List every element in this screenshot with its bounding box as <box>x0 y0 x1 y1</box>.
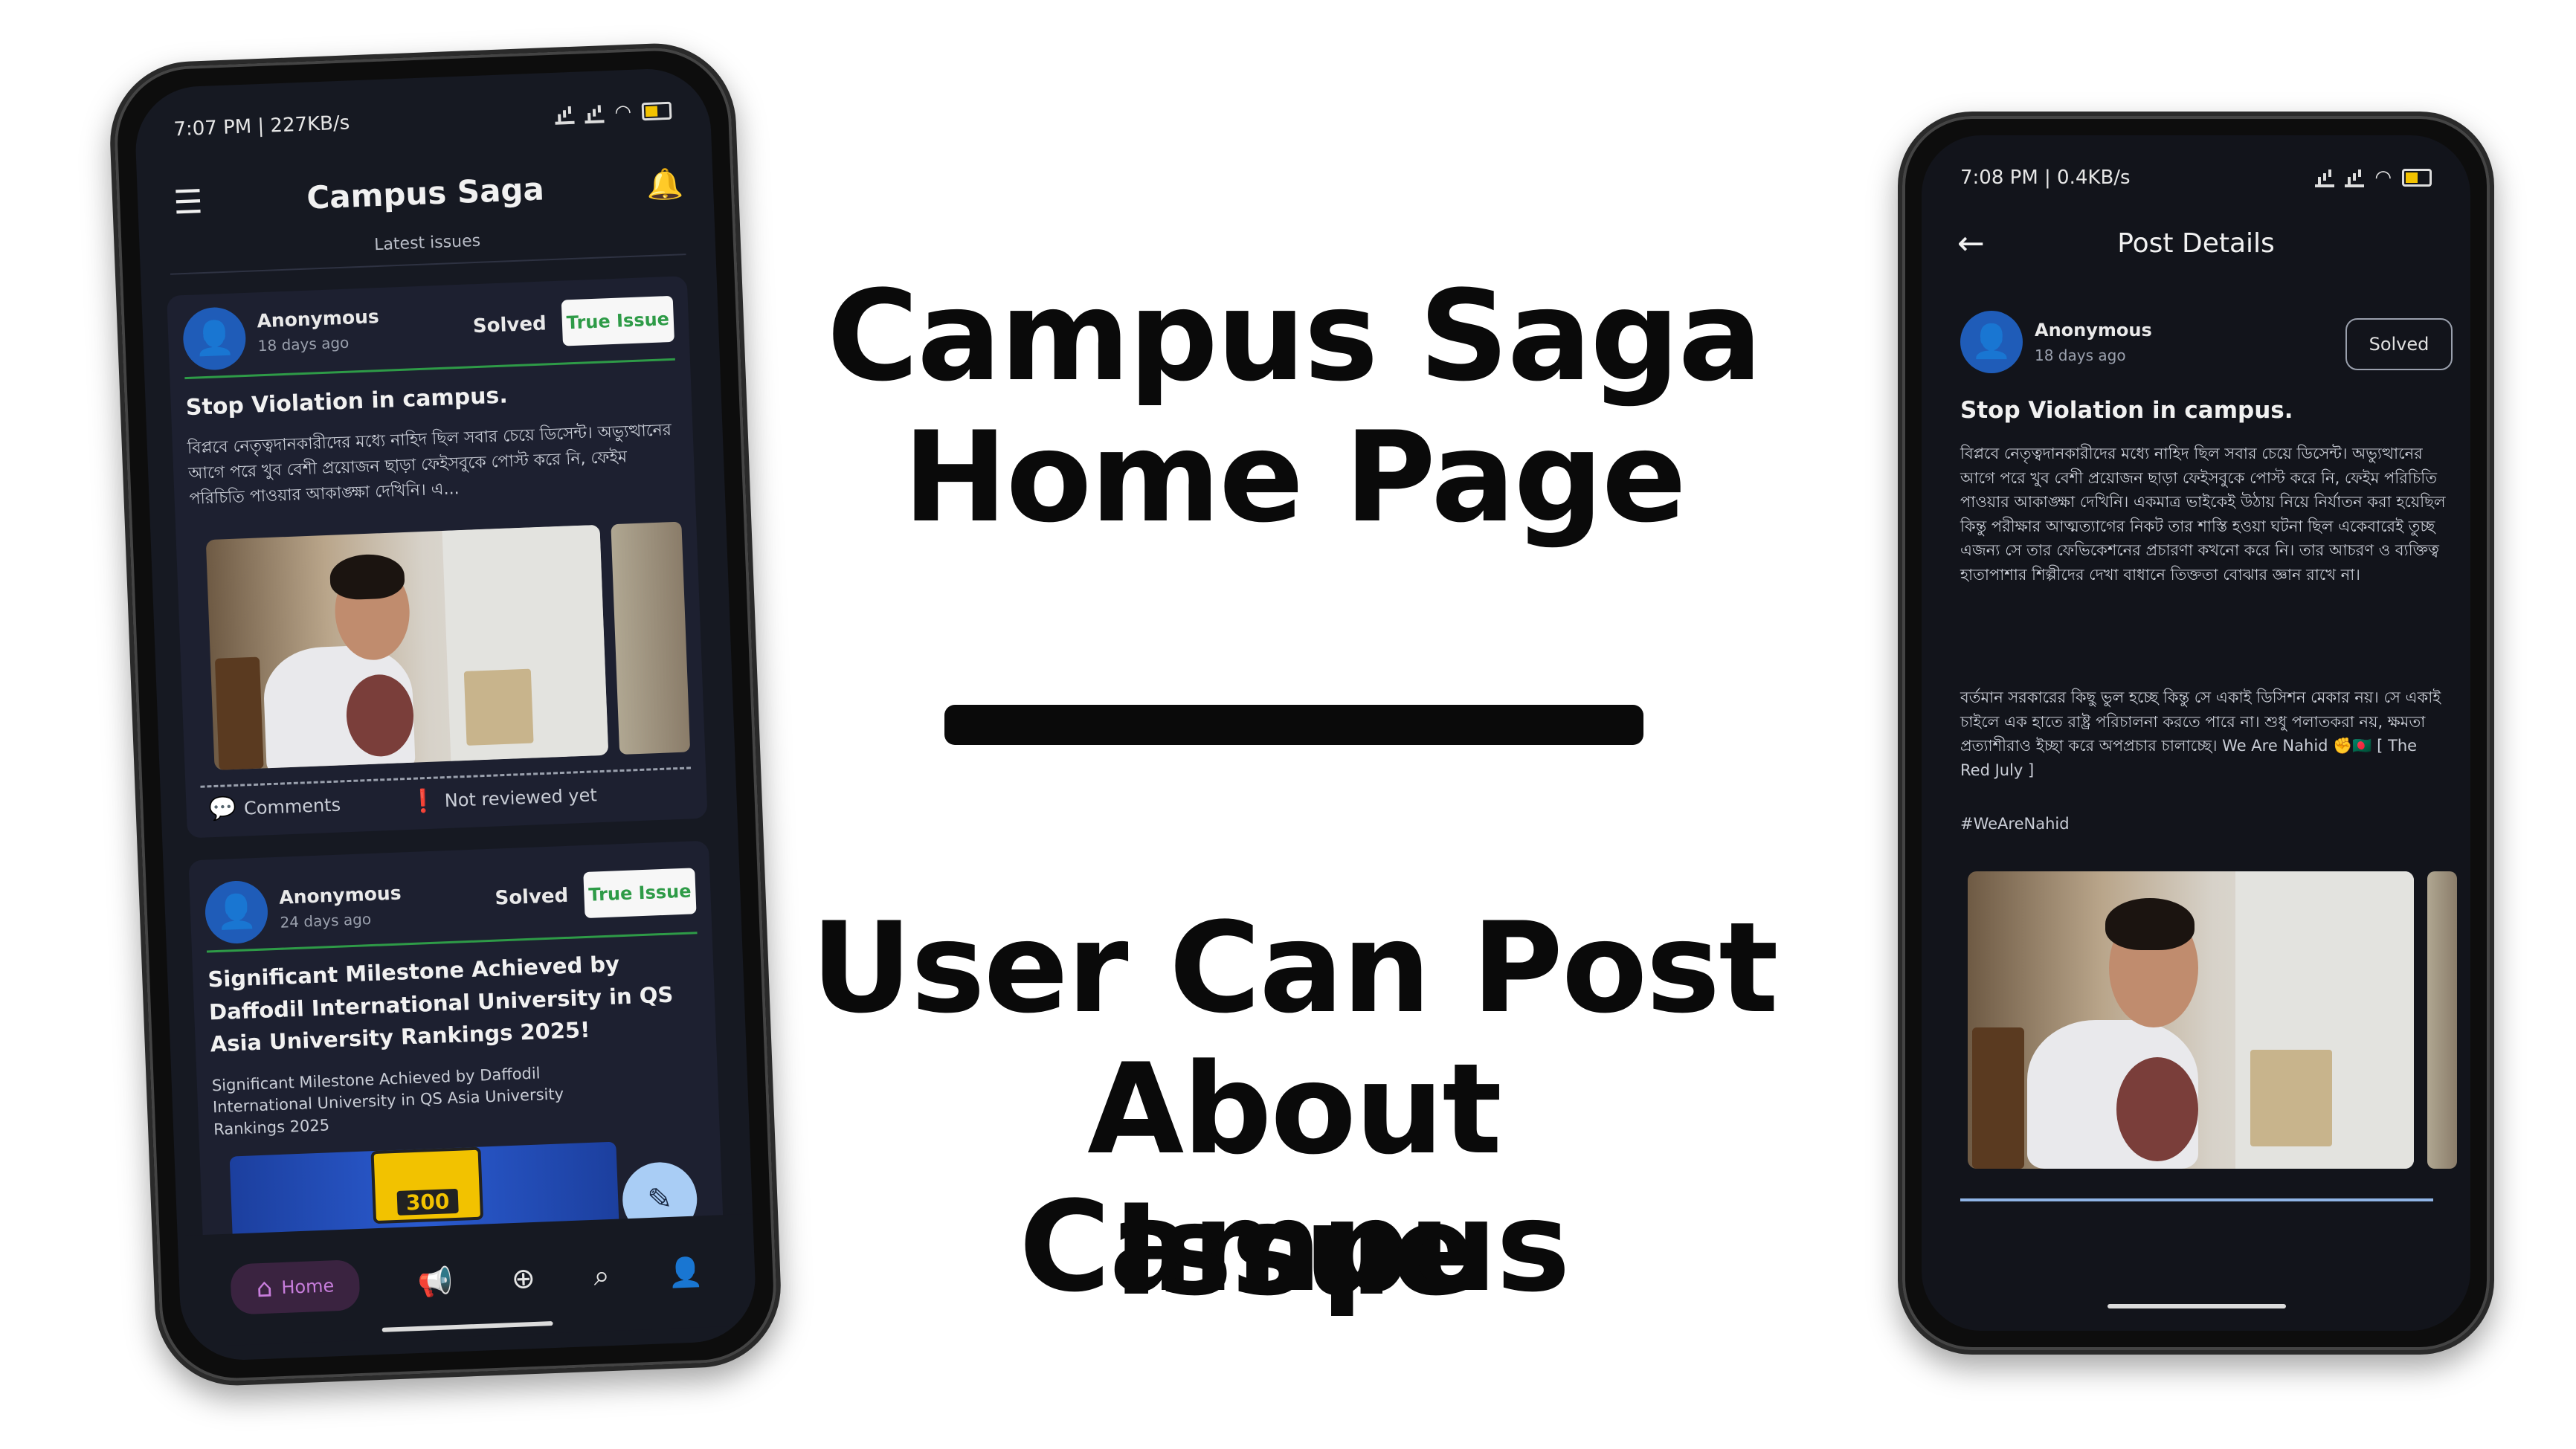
left-phone-screen: 7:07 PM | 227KB/s ◠ ☰ Campus Saga 🔔 Late… <box>133 66 758 1363</box>
megaphone-icon[interactable]: 📢 <box>417 1265 454 1300</box>
post-time: 18 days ago <box>257 333 350 355</box>
signal-icon-2 <box>2345 168 2365 187</box>
status-bar: 7:07 PM | 227KB/s ◠ <box>134 83 711 158</box>
comments-button[interactable]: 💬 Comments <box>208 792 341 823</box>
battery-icon <box>641 101 672 121</box>
avatar: 👤 <box>204 880 269 945</box>
app-bar: ☰ Campus Saga 🔔 <box>137 149 715 238</box>
left-phone-frame: 7:07 PM | 227KB/s ◠ ☰ Campus Saga 🔔 Late… <box>107 40 784 1389</box>
post-edit-icon: ✎ <box>646 1181 673 1218</box>
subheadline-line-1: User Can Post <box>811 895 1778 1041</box>
post-title: Stop Violation in campus. <box>185 382 509 422</box>
search-icon[interactable]: ⌕ <box>593 1259 611 1293</box>
post-image <box>205 524 609 770</box>
post-card[interactable]: 👤 Anonymous 18 days ago Solved True Issu… <box>167 276 708 839</box>
status-icons: ◠ <box>554 100 672 126</box>
post-image-2 <box>2427 871 2457 1169</box>
person-icon: 👤 <box>1971 323 2012 361</box>
right-phone-screen: 7:08 PM | 0.4KB/s ◠ ← Post Details 👤 Ano… <box>1922 135 2470 1331</box>
post-body: Significant Milestone Achieved by Daffod… <box>211 1064 564 1139</box>
page-title: Post Details <box>2117 227 2275 259</box>
post-time: 18 days ago <box>2035 346 2126 364</box>
review-label: Not reviewed yet <box>444 784 598 811</box>
status-icons: ◠ <box>2315 167 2432 189</box>
rank-badge: 300 <box>370 1146 484 1224</box>
solved-label: Solved <box>472 312 547 338</box>
hashtag[interactable]: #WeAreNahid <box>1960 812 2070 836</box>
true-issue-chip: True Issue <box>583 868 697 918</box>
comments-label: Comments <box>243 794 341 819</box>
author-name: Anonymous <box>256 306 380 332</box>
author-name: Anonymous <box>278 882 402 909</box>
home-icon: ⌂ <box>256 1273 274 1304</box>
status-divider <box>184 358 675 380</box>
nav-home[interactable]: ⌂ Home <box>230 1259 361 1315</box>
headline-line-1: Campus Saga <box>826 263 1762 409</box>
solved-label: Solved <box>494 884 569 910</box>
solved-chip: Solved <box>2345 318 2453 370</box>
post-title: Significant Milestone Achieved by Daffod… <box>207 951 674 1057</box>
signal-icon <box>2315 168 2335 187</box>
avatar: 👤 <box>1960 311 2023 373</box>
post-image <box>1968 871 2414 1169</box>
app-title: Campus Saga <box>306 170 545 216</box>
profile-icon[interactable]: 👤 <box>667 1255 703 1290</box>
battery-icon <box>2402 169 2432 187</box>
author-name: Anonymous <box>2035 320 2152 341</box>
wifi-icon: ◠ <box>614 100 632 124</box>
post-title: Stop Violation in campus. <box>1960 397 2293 424</box>
signal-icon <box>554 104 575 125</box>
alert-icon: ❗ <box>408 787 438 815</box>
app-bar: ← Post Details <box>1922 210 2470 277</box>
home-indicator <box>2108 1304 2286 1308</box>
right-phone-frame: 7:08 PM | 0.4KB/s ◠ ← Post Details 👤 Ano… <box>1898 112 2494 1355</box>
status-bar: 7:08 PM | 0.4KB/s ◠ <box>1922 152 2470 204</box>
status-time: 7:07 PM | 227KB/s <box>173 112 350 141</box>
post-body-para-1: বিপ্লবে নেতৃত্বদানকারীদের মধ্যে নাহিদ ছি… <box>1960 445 2446 584</box>
person-icon: 👤 <box>193 318 236 358</box>
image-divider <box>200 767 692 790</box>
rank-value: 300 <box>396 1188 459 1216</box>
signal-icon-2 <box>584 103 605 124</box>
comment-icon: 💬 <box>208 795 237 823</box>
progress-line <box>1960 1198 2433 1201</box>
post-body-para-2: বর্তমান সরকারের কিছু ভুল হচ্ছে কিন্তু সে… <box>1960 688 2441 779</box>
headline-line-2: Home Page <box>903 404 1687 550</box>
add-circle-icon[interactable]: ⊕ <box>511 1262 536 1295</box>
true-issue-chip: True Issue <box>561 295 674 346</box>
review-status: ❗ Not reviewed yet <box>409 781 598 815</box>
post-body: বিপ্লবে নেতৃত্বদানকারীদের মধ্যে নাহিদ ছি… <box>187 421 672 509</box>
status-time: 7:08 PM | 0.4KB/s <box>1960 167 2131 189</box>
post-image-2 <box>611 521 691 755</box>
nav-home-label: Home <box>280 1275 335 1299</box>
post-time: 24 days ago <box>280 910 372 932</box>
headline-divider <box>944 705 1643 745</box>
bell-icon[interactable]: 🔔 <box>645 166 684 202</box>
wifi-icon: ◠ <box>2374 167 2392 189</box>
avatar: 👤 <box>181 306 247 372</box>
person-icon: 👤 <box>215 891 258 932</box>
subheadline-line-3: Issue <box>1112 1178 1476 1323</box>
